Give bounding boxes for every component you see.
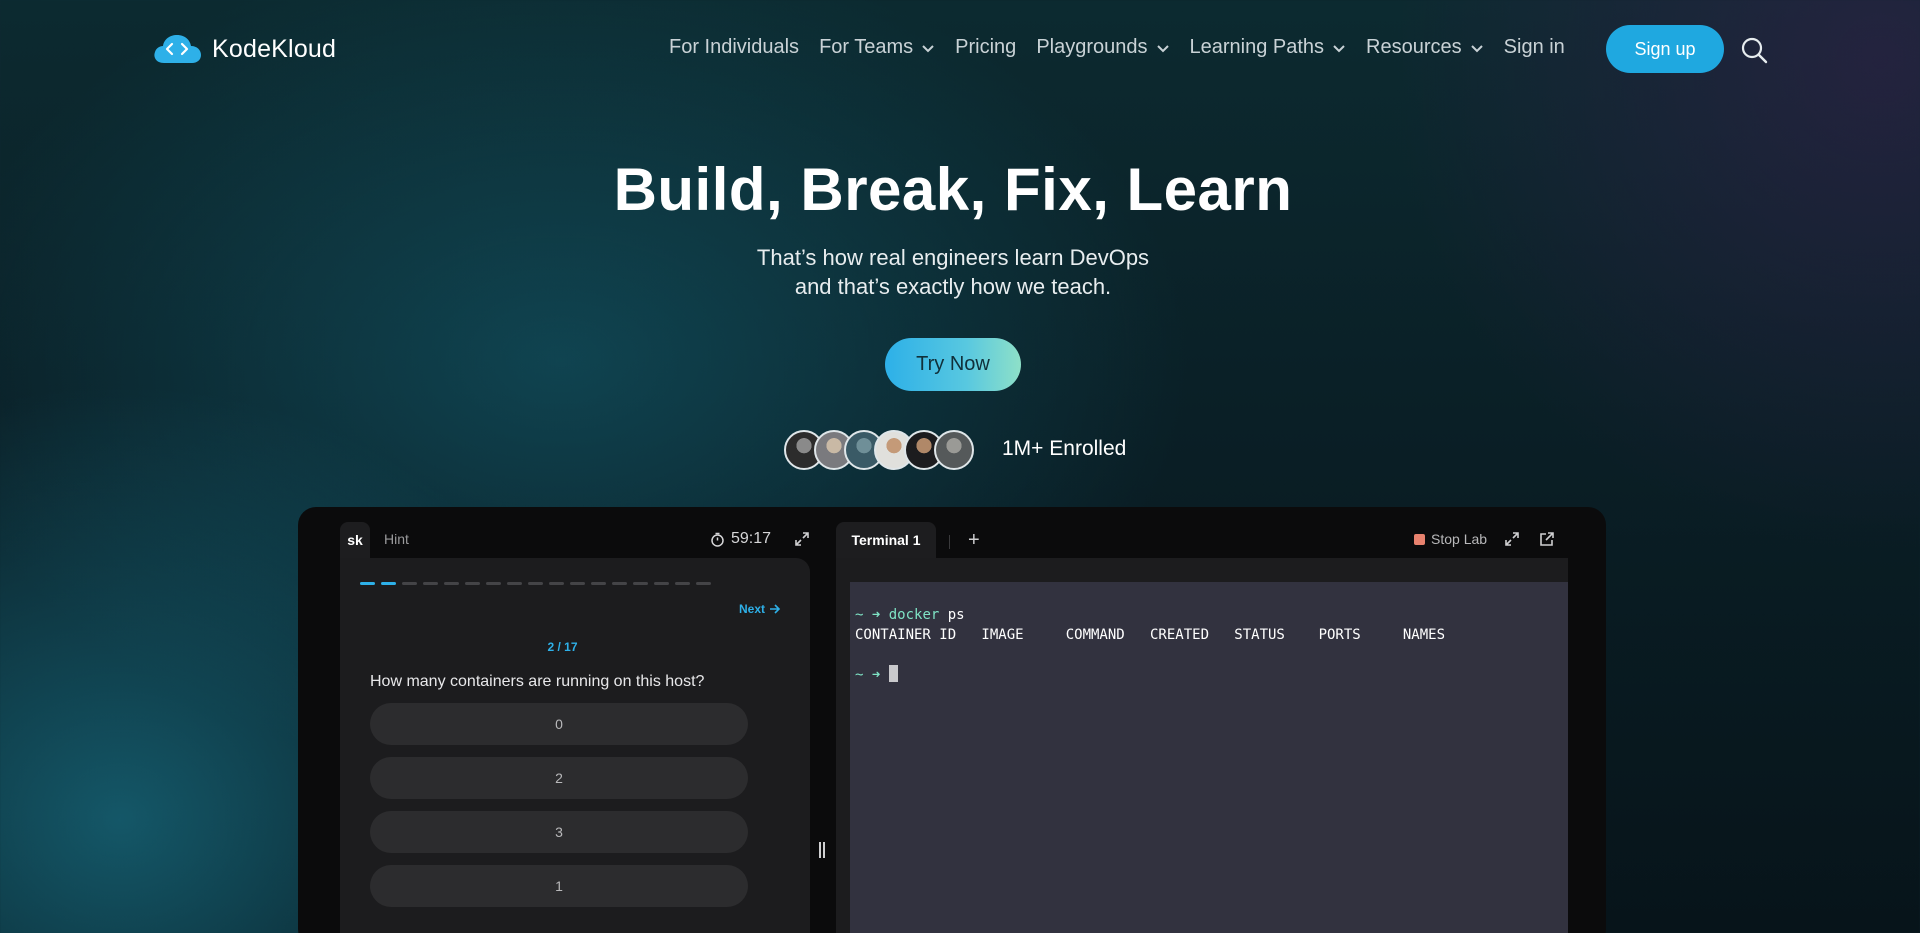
task-pane: sk Hint 59:17 Next 2 / 17 How many conta… xyxy=(340,507,810,933)
hero-title: Build, Break, Fix, Learn xyxy=(613,156,1293,223)
progress-segment xyxy=(507,582,522,585)
question-progress xyxy=(360,582,711,585)
nav-label: Pricing xyxy=(955,36,1017,58)
terminal-line: ~ ➜ xyxy=(855,665,1563,685)
expand-icon[interactable] xyxy=(794,531,810,547)
progress-segment xyxy=(549,582,564,585)
answer-options: 0 2 3 1 xyxy=(370,703,748,919)
progress-segment xyxy=(360,582,375,585)
nav-for-teams[interactable]: For Teams xyxy=(819,36,935,59)
pane-resize-handle[interactable] xyxy=(819,842,827,858)
nav-label: Sign in xyxy=(1503,36,1565,58)
progress-segment xyxy=(465,582,480,585)
hero-subtitle-line-1: That’s how real engineers learn DevOps xyxy=(756,245,1150,270)
tab-terminal-1[interactable]: Terminal 1 xyxy=(836,522,936,558)
nav-label: Playgrounds xyxy=(1036,36,1148,58)
signup-button[interactable]: Sign up xyxy=(1606,25,1724,73)
stop-icon xyxy=(1414,533,1425,545)
nav-label: Learning Paths xyxy=(1189,36,1325,58)
progress-segment xyxy=(486,582,501,585)
command-args: ps xyxy=(939,607,965,623)
timer-value: 59:17 xyxy=(731,530,772,547)
brand-logo[interactable]: KodeKloud xyxy=(152,32,336,66)
progress-segment xyxy=(654,582,669,585)
nav-sign-in[interactable]: Sign in xyxy=(1504,36,1565,59)
progress-segment xyxy=(612,582,627,585)
progress-segment xyxy=(591,582,606,585)
hero-subtitle-line-2: and that’s exactly how we teach. xyxy=(794,274,1112,299)
progress-segment xyxy=(528,582,543,585)
nav-label: For Teams xyxy=(819,36,914,58)
nav-pricing[interactable]: Pricing xyxy=(955,36,1016,59)
quiz-question: How many containers are running on this … xyxy=(370,673,705,690)
stopwatch-icon xyxy=(711,532,724,547)
answer-option[interactable]: 0 xyxy=(370,703,748,745)
lab-preview: sk Hint 59:17 Next 2 / 17 How many conta… xyxy=(298,507,1606,933)
expand-icon[interactable] xyxy=(1504,531,1520,547)
prompt: ~ ➜ xyxy=(855,607,881,623)
terminal-output[interactable]: ~ ➜ docker ps CONTAINER ID IMAGE COMMAND… xyxy=(850,582,1568,933)
external-link-icon[interactable] xyxy=(1539,531,1555,547)
nav-label: For Individuals xyxy=(669,36,800,58)
answer-option[interactable]: 2 xyxy=(370,757,748,799)
enrolled-avatars xyxy=(784,430,974,470)
nav-links: For Individuals For Teams Pricing Playgr… xyxy=(669,36,1585,59)
prompt: ~ ➜ xyxy=(855,667,881,683)
progress-segment xyxy=(633,582,648,585)
chevron-down-icon xyxy=(1333,44,1345,52)
tab-hint[interactable]: Hint xyxy=(384,531,409,547)
hero-subtitle: That’s how real engineers learn DevOps a… xyxy=(0,243,1906,301)
nav-playgrounds[interactable]: Playgrounds xyxy=(1036,36,1169,59)
chevron-down-icon xyxy=(922,44,934,52)
progress-segment xyxy=(444,582,459,585)
enrolled-count: 1M+ Enrolled xyxy=(1002,437,1127,460)
avatar xyxy=(934,430,974,470)
stop-lab-label: Stop Lab xyxy=(1431,531,1488,547)
step-counter: 2 / 17 xyxy=(547,640,578,654)
next-button[interactable]: Next xyxy=(739,602,781,616)
next-label: Next xyxy=(739,602,766,616)
arrow-right-icon xyxy=(770,604,781,614)
chevron-down-icon xyxy=(1470,44,1483,52)
answer-option[interactable]: 3 xyxy=(370,811,748,853)
terminal-line: ~ ➜ docker ps xyxy=(855,607,1563,627)
progress-segment xyxy=(675,582,690,585)
stop-lab-button[interactable]: Stop Lab xyxy=(1414,531,1487,547)
progress-segment xyxy=(696,582,711,585)
progress-segment xyxy=(570,582,585,585)
tab-task[interactable]: sk xyxy=(340,522,370,558)
try-now-button[interactable]: Try Now xyxy=(885,338,1021,391)
progress-segment xyxy=(402,582,417,585)
lab-timer: 59:17 xyxy=(710,530,771,548)
brand-name: KodeKloud xyxy=(212,34,337,63)
quiz-card: Next 2 / 17 How many containers are runn… xyxy=(340,558,810,933)
nav-label: Resources xyxy=(1366,36,1462,58)
progress-segment xyxy=(423,582,438,585)
top-navbar: KodeKloud For Individuals For Teams Pric… xyxy=(0,0,1920,100)
answer-option[interactable]: 1 xyxy=(370,865,748,907)
tab-divider xyxy=(949,535,950,549)
nav-resources[interactable]: Resources xyxy=(1366,36,1484,59)
terminal-pane: Terminal 1 + Stop Lab ~ ➜ docker ps CONT… xyxy=(836,507,1606,933)
terminal-line: CONTAINER ID IMAGE COMMAND CREATED STATU… xyxy=(855,627,1446,643)
command-name: docker xyxy=(888,607,940,623)
terminal-frame: ~ ➜ docker ps CONTAINER ID IMAGE COMMAND… xyxy=(836,558,1568,933)
cloud-code-icon xyxy=(154,35,201,63)
terminal-cursor xyxy=(888,665,898,682)
nav-for-individuals[interactable]: For Individuals xyxy=(669,36,799,59)
progress-segment xyxy=(381,582,396,585)
search-icon[interactable] xyxy=(1740,36,1768,64)
nav-learning-paths[interactable]: Learning Paths xyxy=(1190,36,1347,59)
chevron-down-icon xyxy=(1156,44,1169,52)
add-terminal-button[interactable]: + xyxy=(968,529,980,552)
